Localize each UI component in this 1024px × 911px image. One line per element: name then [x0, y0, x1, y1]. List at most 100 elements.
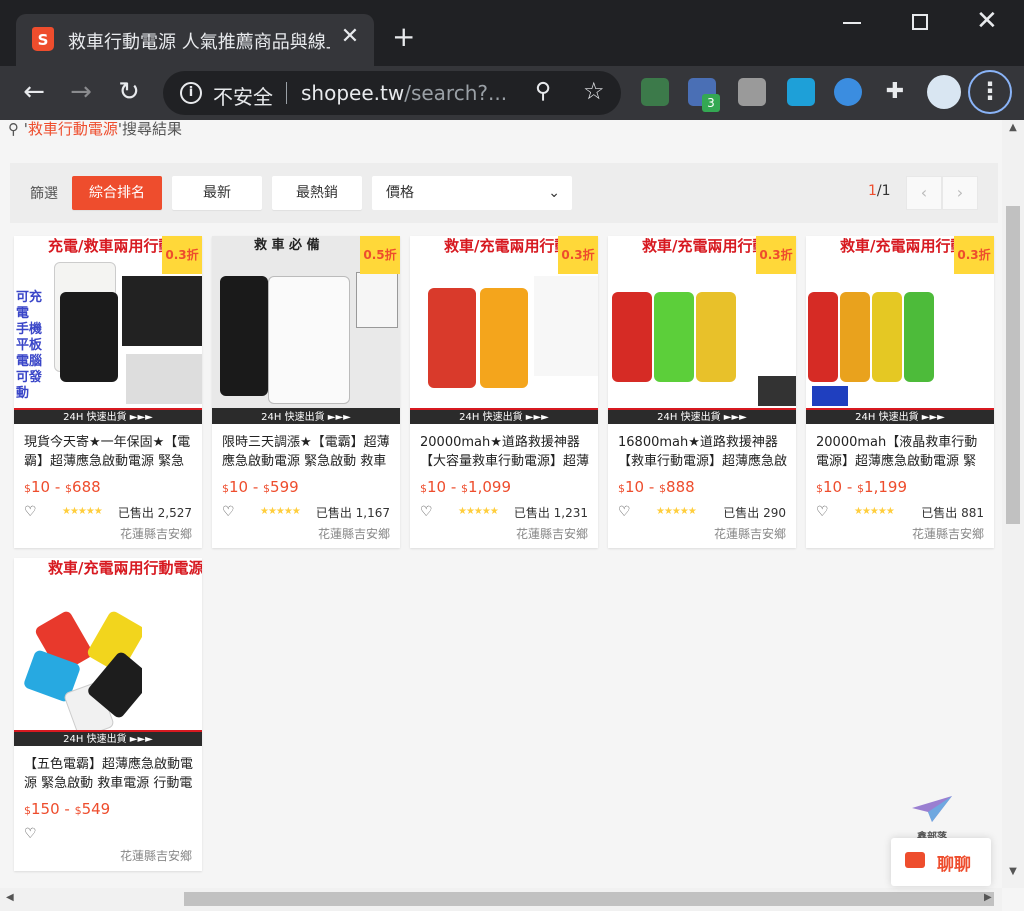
product-image[interactable]: 救 車 必 備 24H 快速出貨 ►►► 0.5折: [212, 236, 400, 424]
product-price: $10 - $1,199: [816, 478, 907, 496]
window-close-icon[interactable]: ✕: [976, 6, 998, 36]
sold-count: 已售出 290: [723, 506, 786, 520]
rating-stars: ★★★★★: [260, 506, 301, 517]
next-page-button[interactable]: ›: [942, 176, 978, 210]
browser-tab[interactable]: S 救車行動電源 人氣推薦商品與線上購物 ✕: [16, 14, 374, 66]
back-icon[interactable]: ←: [17, 76, 51, 110]
profile-avatar[interactable]: [927, 75, 961, 109]
filter-label: 篩選: [30, 186, 58, 202]
product-price: $10 - $1,099: [420, 478, 511, 496]
browser-menu-icon[interactable]: ⋮: [968, 70, 1012, 114]
url-text[interactable]: shopee.tw/search?...: [301, 81, 507, 105]
lightbulb-icon: ⚲: [8, 120, 19, 138]
window-minimize-icon[interactable]: [843, 22, 861, 24]
scroll-down-arrow-icon[interactable]: ▼: [1002, 866, 1024, 877]
product-name: 20000mah★道路救援神器【大容量救車行動電源】超薄應急啟動: [420, 435, 590, 469]
extension-mail-icon[interactable]: [641, 78, 669, 106]
site-info-icon[interactable]: i: [180, 82, 202, 104]
product-image[interactable]: 救車/充電兩用行動 24H 快速出貨 ►►► 0.3折: [410, 236, 598, 424]
vertical-scroll-thumb[interactable]: [1006, 206, 1020, 524]
power-bank-green: [904, 292, 934, 382]
power-bank-white: [268, 276, 350, 404]
price-sort-select[interactable]: 價格 ⌄: [372, 176, 572, 210]
shop-location: 花蓮縣吉安鄉: [119, 527, 192, 541]
browser-tabbar: S 救車行動電源 人氣推薦商品與線上購物 ✕ + ✕: [0, 0, 1024, 66]
browser-toolbar: ← → ↻ i 不安全 shopee.tw/search?... ⚲ ☆ 3 ✚…: [0, 66, 1024, 120]
sold-count: 已售出 1,167: [315, 506, 390, 520]
tab-close-icon[interactable]: ✕: [338, 24, 362, 49]
power-bank-red: [428, 288, 476, 388]
product-card[interactable]: 救車/充電兩用行動 24H 快速出貨 ►►► 0.3折 20000mah★道路救…: [410, 236, 598, 548]
discount-badge: 0.3折: [162, 236, 202, 274]
discount-badge: 0.3折: [558, 236, 598, 274]
window-maximize-icon[interactable]: [912, 14, 928, 30]
sold-count: 已售出 2,527: [117, 506, 192, 520]
power-bank-yellow: [872, 292, 902, 382]
shop-location: 花蓮縣吉安鄉: [911, 527, 984, 541]
sort-latest-button[interactable]: 最新: [172, 176, 262, 210]
product-card[interactable]: 救 車 必 備 24H 快速出貨 ►►► 0.5折 限時三天調漲★【電霸】超薄應…: [212, 236, 400, 548]
product-name: 20000mah【液晶救車行動電源】超薄應急啟動電源 緊急啟動: [816, 435, 978, 469]
shop-location: 花蓮縣吉安鄉: [515, 527, 588, 541]
product-image[interactable]: 充電/救車兩用行動 可充電 手機 平板 電腦 可發動 24H 快速出貨 ►►► 0.3折: [14, 236, 202, 424]
like-heart-icon[interactable]: ♡: [816, 504, 829, 520]
product-card[interactable]: 充電/救車兩用行動 可充電 手機 平板 電腦 可發動 24H 快速出貨 ►►► 0.3折…: [14, 236, 202, 548]
product-card[interactable]: 救車/充電兩用行動電源 24H 快速出貨 ►►► 【五色電霸】超薄應急啟動電源 …: [14, 558, 202, 871]
prev-page-button[interactable]: ‹: [906, 176, 942, 210]
rating-stars: ★★★★★: [458, 506, 499, 517]
image-banner: 救車/充電兩用行動電源: [48, 559, 202, 577]
url-path: /search?...: [404, 81, 508, 105]
power-bank-orange: [480, 288, 528, 388]
mini-pager: 1/1: [868, 183, 891, 199]
sold-count: 已售出 1,231: [513, 506, 588, 520]
product-image[interactable]: 救車/充電兩用行動 24H 快速出貨 ►►► 0.3折: [608, 236, 796, 424]
chevron-down-icon: ⌄: [548, 185, 560, 201]
product-name: 16800mah★道路救援神器【救車行動電源】超薄應急啟動電源: [618, 435, 788, 469]
reload-icon[interactable]: ↻: [112, 76, 146, 110]
search-keyword: 救車行動電源: [27, 120, 118, 138]
address-bar[interactable]: i 不安全 shopee.tw/search?... ⚲ ☆: [163, 71, 621, 115]
scroll-left-arrow-icon[interactable]: ◀: [6, 892, 14, 903]
extension-badge: 3: [702, 94, 720, 112]
extension-briefcase-icon[interactable]: [738, 78, 766, 106]
bookmark-star-icon[interactable]: ☆: [583, 77, 605, 105]
power-bank-red: [612, 292, 652, 382]
product-card[interactable]: 救車/充電兩用行動 24H 快速出貨 ►►► 0.3折 20000mah【液晶救…: [806, 236, 994, 548]
power-bank-red: [808, 292, 838, 382]
power-bank-orange: [840, 292, 870, 382]
new-tab-icon[interactable]: +: [392, 22, 415, 52]
extension-code-icon[interactable]: 3: [688, 78, 720, 112]
discount-badge: 0.5折: [360, 236, 400, 274]
like-heart-icon[interactable]: ♡: [24, 826, 37, 842]
product-card[interactable]: 救車/充電兩用行動 24H 快速出貨 ►►► 0.3折 16800mah★道路救…: [608, 236, 796, 548]
chat-label: 聊聊: [937, 855, 971, 875]
zoom-icon[interactable]: ⚲: [535, 79, 551, 104]
chat-button[interactable]: 聊聊: [891, 838, 991, 886]
vertical-scrollbar[interactable]: ▲ ▼: [1002, 120, 1024, 888]
page-current: 1: [868, 183, 877, 199]
horizontal-scroll-thumb[interactable]: [184, 892, 994, 906]
extension-share-icon[interactable]: [787, 78, 815, 106]
shopee-search-page: ⚲ '救車行動電源'搜尋結果 篩選 綜合排名 最新 最熱銷 價格 ⌄ 1/1 ‹…: [0, 120, 1002, 888]
shopee-favicon-icon: S: [32, 27, 54, 51]
product-price: $150 - $549: [24, 800, 111, 818]
sort-top-sales-button[interactable]: 最熱銷: [272, 176, 362, 210]
forward-icon[interactable]: →: [64, 76, 98, 110]
like-heart-icon[interactable]: ♡: [618, 504, 631, 520]
product-image[interactable]: 救車/充電兩用行動 24H 快速出貨 ►►► 0.3折: [806, 236, 994, 424]
extension-search-icon[interactable]: [834, 78, 862, 106]
product-name: 【五色電霸】超薄應急啟動電源 緊急啟動 救車電源 行動電源: [24, 757, 194, 791]
search-suffix: 搜尋結果: [122, 120, 183, 138]
sort-relevance-button[interactable]: 綜合排名: [72, 176, 162, 210]
like-heart-icon[interactable]: ♡: [222, 504, 235, 520]
extensions-puzzle-icon[interactable]: ✚: [881, 78, 909, 106]
like-heart-icon[interactable]: ♡: [420, 504, 433, 520]
horizontal-scrollbar[interactable]: ◀ ▶: [0, 888, 1002, 911]
chat-bubble-icon: [905, 852, 925, 868]
scroll-up-arrow-icon[interactable]: ▲: [1002, 122, 1024, 133]
scroll-right-arrow-icon[interactable]: ▶: [984, 892, 992, 903]
url-host: shopee.tw: [301, 81, 405, 105]
discount-badge: 0.3折: [756, 236, 796, 274]
like-heart-icon[interactable]: ♡: [24, 504, 37, 520]
product-image[interactable]: 救車/充電兩用行動電源 24H 快速出貨 ►►►: [14, 558, 202, 746]
